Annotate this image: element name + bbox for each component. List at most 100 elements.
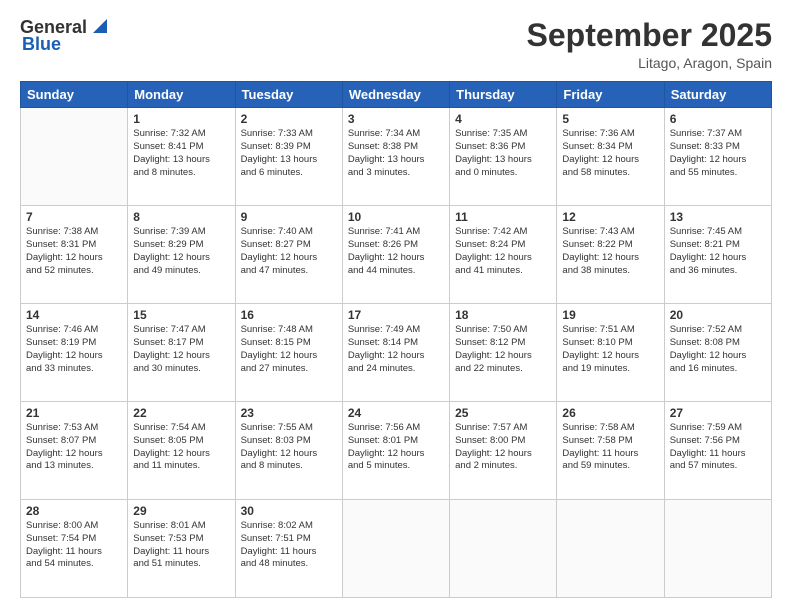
- calendar-week-row: 7 Sunrise: 7:38 AM Sunset: 8:31 PM Daylig…: [21, 206, 772, 304]
- calendar-cell: 6 Sunrise: 7:37 AM Sunset: 8:33 PM Daylig…: [664, 108, 771, 206]
- weekday-header: Thursday: [450, 82, 557, 108]
- day-number: 6: [670, 112, 766, 126]
- day-number: 1: [133, 112, 229, 126]
- calendar-cell: [557, 500, 664, 598]
- day-number: 15: [133, 308, 229, 322]
- weekday-header: Monday: [128, 82, 235, 108]
- calendar-cell: 1Sunrise: 7:32 AM Sunset: 8:41 PM Daylig…: [128, 108, 235, 206]
- logo-triangle-icon: [89, 15, 111, 37]
- calendar-cell: 4Sunrise: 7:35 AM Sunset: 8:36 PM Daylig…: [450, 108, 557, 206]
- day-number: 3: [348, 112, 444, 126]
- calendar-cell: 23 Sunrise: 7:55 AM Sunset: 8:03 PM Dayli…: [235, 402, 342, 500]
- day-number: 21: [26, 406, 122, 420]
- calendar-cell: [342, 500, 449, 598]
- day-number: 16: [241, 308, 337, 322]
- day-number: 14: [26, 308, 122, 322]
- day-info: Sunrise: 7:39 AM Sunset: 8:29 PM Dayligh…: [133, 226, 229, 277]
- day-info: Sunrise: 7:51 AM Sunset: 8:10 PM Dayligh…: [562, 324, 658, 375]
- day-info: Sunrise: 7:56 AM Sunset: 8:01 PM Dayligh…: [348, 422, 444, 473]
- calendar-week-row: 28 Sunrise: 8:00 AM Sunset: 7:54 PM Dayli…: [21, 500, 772, 598]
- day-info: Sunrise: 7:40 AM Sunset: 8:27 PM Dayligh…: [241, 226, 337, 277]
- calendar-cell: 19Sunrise: 7:51 AM Sunset: 8:10 PM Dayli…: [557, 304, 664, 402]
- calendar-cell: 28 Sunrise: 8:00 AM Sunset: 7:54 PM Dayli…: [21, 500, 128, 598]
- calendar-cell: 2 Sunrise: 7:33 AM Sunset: 8:39 PM Daylig…: [235, 108, 342, 206]
- calendar-cell: 8Sunrise: 7:39 AM Sunset: 8:29 PM Daylig…: [128, 206, 235, 304]
- calendar-week-row: 1Sunrise: 7:32 AM Sunset: 8:41 PM Daylig…: [21, 108, 772, 206]
- day-number: 4: [455, 112, 551, 126]
- day-info: Sunrise: 7:57 AM Sunset: 8:00 PM Dayligh…: [455, 422, 551, 473]
- day-info: Sunrise: 7:49 AM Sunset: 8:14 PM Dayligh…: [348, 324, 444, 375]
- day-info: Sunrise: 7:59 AM Sunset: 7:56 PM Dayligh…: [670, 422, 766, 473]
- day-number: 9: [241, 210, 337, 224]
- day-info: Sunrise: 7:43 AM Sunset: 8:22 PM Dayligh…: [562, 226, 658, 277]
- day-number: 30: [241, 504, 337, 518]
- day-info: Sunrise: 7:47 AM Sunset: 8:17 PM Dayligh…: [133, 324, 229, 375]
- day-number: 24: [348, 406, 444, 420]
- calendar-cell: 16Sunrise: 7:48 AM Sunset: 8:15 PM Dayli…: [235, 304, 342, 402]
- day-info: Sunrise: 7:34 AM Sunset: 8:38 PM Dayligh…: [348, 128, 444, 179]
- day-number: 12: [562, 210, 658, 224]
- calendar-cell: 21 Sunrise: 7:53 AM Sunset: 8:07 PM Dayli…: [21, 402, 128, 500]
- logo-blue-text: Blue: [22, 34, 61, 55]
- day-info: Sunrise: 8:01 AM Sunset: 7:53 PM Dayligh…: [133, 520, 229, 571]
- day-info: Sunrise: 7:55 AM Sunset: 8:03 PM Dayligh…: [241, 422, 337, 473]
- day-info: Sunrise: 8:02 AM Sunset: 7:51 PM Dayligh…: [241, 520, 337, 571]
- weekday-header: Tuesday: [235, 82, 342, 108]
- day-info: Sunrise: 7:46 AM Sunset: 8:19 PM Dayligh…: [26, 324, 122, 375]
- logo: General Blue: [20, 18, 111, 55]
- day-number: 17: [348, 308, 444, 322]
- day-info: Sunrise: 7:58 AM Sunset: 7:58 PM Dayligh…: [562, 422, 658, 473]
- calendar-cell: 15 Sunrise: 7:47 AM Sunset: 8:17 PM Dayli…: [128, 304, 235, 402]
- calendar-cell: 30 Sunrise: 8:02 AM Sunset: 7:51 PM Dayli…: [235, 500, 342, 598]
- day-info: Sunrise: 7:33 AM Sunset: 8:39 PM Dayligh…: [241, 128, 337, 179]
- calendar-week-row: 14 Sunrise: 7:46 AM Sunset: 8:19 PM Dayli…: [21, 304, 772, 402]
- calendar-cell: [664, 500, 771, 598]
- day-number: 22: [133, 406, 229, 420]
- day-info: Sunrise: 7:42 AM Sunset: 8:24 PM Dayligh…: [455, 226, 551, 277]
- day-info: Sunrise: 8:00 AM Sunset: 7:54 PM Dayligh…: [26, 520, 122, 571]
- day-number: 2: [241, 112, 337, 126]
- calendar-cell: 14 Sunrise: 7:46 AM Sunset: 8:19 PM Dayli…: [21, 304, 128, 402]
- day-info: Sunrise: 7:50 AM Sunset: 8:12 PM Dayligh…: [455, 324, 551, 375]
- day-number: 27: [670, 406, 766, 420]
- calendar-cell: 25 Sunrise: 7:57 AM Sunset: 8:00 PM Dayli…: [450, 402, 557, 500]
- month-title: September 2025: [527, 18, 772, 53]
- calendar-table: SundayMondayTuesdayWednesdayThursdayFrid…: [20, 81, 772, 598]
- day-info: Sunrise: 7:54 AM Sunset: 8:05 PM Dayligh…: [133, 422, 229, 473]
- header: General Blue September 2025 Litago, Arag…: [20, 18, 772, 71]
- calendar-cell: 13Sunrise: 7:45 AM Sunset: 8:21 PM Dayli…: [664, 206, 771, 304]
- calendar-cell: 24 Sunrise: 7:56 AM Sunset: 8:01 PM Dayli…: [342, 402, 449, 500]
- day-info: Sunrise: 7:41 AM Sunset: 8:26 PM Dayligh…: [348, 226, 444, 277]
- day-number: 5: [562, 112, 658, 126]
- day-info: Sunrise: 7:52 AM Sunset: 8:08 PM Dayligh…: [670, 324, 766, 375]
- page: General Blue September 2025 Litago, Arag…: [0, 0, 792, 612]
- day-number: 25: [455, 406, 551, 420]
- calendar-cell: 18 Sunrise: 7:50 AM Sunset: 8:12 PM Dayli…: [450, 304, 557, 402]
- day-number: 23: [241, 406, 337, 420]
- day-number: 7: [26, 210, 122, 224]
- calendar-cell: 3 Sunrise: 7:34 AM Sunset: 8:38 PM Daylig…: [342, 108, 449, 206]
- day-number: 20: [670, 308, 766, 322]
- calendar-cell: 7 Sunrise: 7:38 AM Sunset: 8:31 PM Daylig…: [21, 206, 128, 304]
- weekday-header: Friday: [557, 82, 664, 108]
- day-number: 18: [455, 308, 551, 322]
- calendar-week-row: 21 Sunrise: 7:53 AM Sunset: 8:07 PM Dayli…: [21, 402, 772, 500]
- calendar-cell: 22 Sunrise: 7:54 AM Sunset: 8:05 PM Dayli…: [128, 402, 235, 500]
- calendar-cell: 12 Sunrise: 7:43 AM Sunset: 8:22 PM Dayli…: [557, 206, 664, 304]
- weekday-header: Sunday: [21, 82, 128, 108]
- day-info: Sunrise: 7:53 AM Sunset: 8:07 PM Dayligh…: [26, 422, 122, 473]
- day-number: 11: [455, 210, 551, 224]
- location: Litago, Aragon, Spain: [527, 55, 772, 71]
- calendar-cell: 11 Sunrise: 7:42 AM Sunset: 8:24 PM Dayli…: [450, 206, 557, 304]
- calendar-cell: 9 Sunrise: 7:40 AM Sunset: 8:27 PM Daylig…: [235, 206, 342, 304]
- day-number: 10: [348, 210, 444, 224]
- day-info: Sunrise: 7:38 AM Sunset: 8:31 PM Dayligh…: [26, 226, 122, 277]
- day-number: 13: [670, 210, 766, 224]
- day-info: Sunrise: 7:36 AM Sunset: 8:34 PM Dayligh…: [562, 128, 658, 179]
- day-number: 28: [26, 504, 122, 518]
- title-block: September 2025 Litago, Aragon, Spain: [527, 18, 772, 71]
- day-info: Sunrise: 7:37 AM Sunset: 8:33 PM Dayligh…: [670, 128, 766, 179]
- calendar-cell: [21, 108, 128, 206]
- weekday-header: Wednesday: [342, 82, 449, 108]
- day-number: 29: [133, 504, 229, 518]
